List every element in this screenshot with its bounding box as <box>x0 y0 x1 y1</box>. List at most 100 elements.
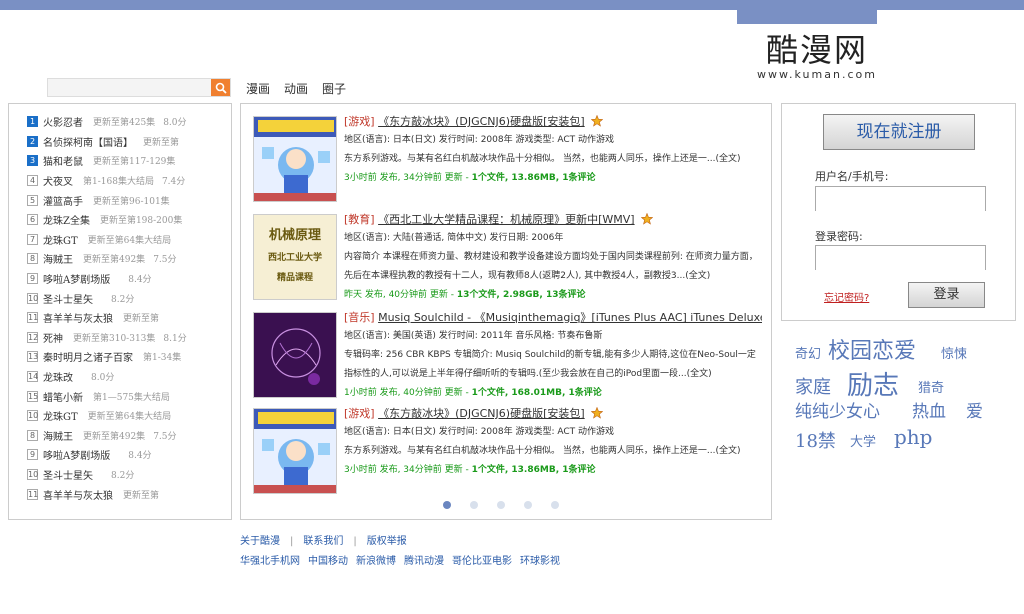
forgot-password-link[interactable]: 忘记密码? <box>824 289 869 304</box>
item-thumbnail[interactable] <box>253 116 337 202</box>
rank-title[interactable]: 秦时明月之诸子百家 <box>43 349 133 364</box>
ranking-item[interactable]: 10 龙珠GT 更新至第64集大结局 <box>27 406 231 426</box>
friend-link[interactable]: 中国移动 <box>308 552 348 567</box>
tag-link[interactable]: php <box>894 425 933 449</box>
search-button[interactable] <box>211 79 230 96</box>
rank-title[interactable]: 海贼王 <box>43 428 73 443</box>
tag-link[interactable]: 家庭 <box>795 373 831 399</box>
tag-link[interactable]: 热血 <box>912 397 946 422</box>
site-logo[interactable]: 酷漫网 www.kuman.com <box>752 32 882 81</box>
friend-link[interactable]: 哥伦比亚电影 <box>452 552 512 567</box>
ranking-item[interactable]: 7 龙珠GT 更新至第64集大结局 <box>27 230 231 250</box>
rank-title[interactable]: 死神 <box>43 330 63 345</box>
award-icon <box>641 213 654 225</box>
rank-number: 9 <box>27 273 38 285</box>
list-item[interactable]: [游戏] 《东方敲冰块》(DJGCNJ6)硬盘版[安装包] 地区(语言): 日本… <box>251 108 763 204</box>
item-title-link[interactable]: 《东方敲冰块》(DJGCNJ6)硬盘版[安装包] <box>378 407 585 420</box>
rank-title[interactable]: 火影忍者 <box>43 114 83 129</box>
rank-title[interactable]: 犬夜叉 <box>43 173 73 188</box>
ranking-item[interactable]: 10 圣斗士星矢 8.2分 <box>27 288 231 308</box>
nav-item-circles[interactable]: 圈子 <box>322 80 346 97</box>
ranking-item[interactable]: 8 海贼王 更新至第492集 7.5分 <box>27 426 231 446</box>
login-button[interactable]: 登录 <box>908 282 985 308</box>
tag-link[interactable]: 18禁 <box>795 427 836 453</box>
rank-title[interactable]: 龙珠GT <box>43 232 78 247</box>
about-link[interactable]: 关于酷漫 <box>240 536 280 547</box>
list-item[interactable]: [音乐] Musiq Soulchild - 《Musiqinthemagiq》… <box>251 304 763 400</box>
nav-item-anime[interactable]: 动画 <box>284 80 308 97</box>
rank-score: 7.4分 <box>161 177 186 188</box>
list-item[interactable]: 机械原理 西北工业大学 精品课程 [教育] 《西北工业大学精品课程：机械原理》更… <box>251 206 763 302</box>
nav-item-comics[interactable]: 漫画 <box>246 80 270 97</box>
tag-link[interactable]: 校园恋爱 <box>828 333 916 365</box>
item-thumbnail[interactable] <box>253 312 337 398</box>
ranking-item[interactable]: 9 哆啦A梦剧场版 8.4分 <box>27 445 231 465</box>
rank-score: 8.2分 <box>111 470 135 481</box>
rank-title[interactable]: 哆啦A梦剧场版 <box>43 271 110 286</box>
tag-link[interactable]: 纯纯少女心 <box>795 397 880 422</box>
ranking-item[interactable]: 12 死神 更新至第310-313集 8.1分 <box>27 328 231 348</box>
tag-link[interactable]: 爱 <box>966 397 983 422</box>
ranking-item[interactable]: 10 圣斗士星矢 8.2分 <box>27 465 231 485</box>
ranking-item[interactable]: 3 猫和老鼠 更新至第117-129集 <box>27 151 231 171</box>
friend-link[interactable]: 新浪微博 <box>356 552 396 567</box>
ranking-item[interactable]: 6 龙珠Z全集 更新至第198-200集 <box>27 210 231 230</box>
friend-link[interactable]: 华强北手机网 <box>240 552 300 567</box>
item-thumbnail[interactable]: 机械原理 西北工业大学 精品课程 <box>253 214 337 300</box>
rank-title[interactable]: 哆啦A梦剧场版 <box>43 447 110 462</box>
rank-title[interactable]: 龙珠Z全集 <box>43 212 90 227</box>
rank-title[interactable]: 蜡笔小新 <box>43 389 83 404</box>
tag-link[interactable]: 惊悚 <box>941 343 967 362</box>
carousel-dot[interactable] <box>497 501 505 509</box>
friend-links: 华强北手机网 中国移动 新浪微博 腾讯动漫 哥伦比亚电影 环球影视 <box>240 552 560 567</box>
item-title-link[interactable]: Musiq Soulchild - 《Musiqinthemagiq》[iTun… <box>378 311 762 324</box>
item-category[interactable]: [音乐] <box>344 311 375 324</box>
ranking-item[interactable]: 4 犬夜叉 第1-168集大结局 7.4分 <box>27 171 231 191</box>
rank-title[interactable]: 喜羊羊与灰太狼 <box>43 310 113 325</box>
ranking-item[interactable]: 13 秦时明月之诸子百家 第1-34集 <box>27 347 231 367</box>
rank-title[interactable]: 喜羊羊与灰太狼 <box>43 487 113 502</box>
list-item[interactable]: [游戏] 《东方敲冰块》(DJGCNJ6)硬盘版[安装包] 地区(语言): 日本… <box>251 400 763 496</box>
ranking-item[interactable]: 11 喜羊羊与灰太狼 更新至第 <box>27 308 231 328</box>
ranking-item[interactable]: 2 名侦探柯南【国语】 更新至第 <box>27 132 231 152</box>
carousel-dot[interactable] <box>470 501 478 509</box>
ranking-item[interactable]: 8 海贼王 更新至第492集 7.5分 <box>27 249 231 269</box>
friend-link[interactable]: 环球影视 <box>520 552 560 567</box>
ranking-item[interactable]: 5 灌篮高手 更新至第96-101集 <box>27 190 231 210</box>
password-field[interactable] <box>815 245 986 270</box>
friend-link[interactable]: 腾讯动漫 <box>404 552 444 567</box>
ranking-item[interactable]: 15 蜡笔小新 第1—575集大结局 <box>27 386 231 406</box>
report-link[interactable]: 版权举报 <box>367 536 407 547</box>
username-field[interactable] <box>815 186 986 211</box>
item-category[interactable]: [游戏] <box>344 407 375 420</box>
rank-title[interactable]: 灌篮高手 <box>43 193 83 208</box>
ranking-item[interactable]: 14 龙珠改 8.0分 <box>27 367 231 387</box>
item-category[interactable]: [教育] <box>344 213 375 226</box>
tag-link[interactable]: 猎奇 <box>918 377 944 396</box>
item-title-link[interactable]: 《东方敲冰块》(DJGCNJ6)硬盘版[安装包] <box>378 115 585 128</box>
contact-link[interactable]: 联系我们 <box>303 536 343 547</box>
carousel-dot[interactable] <box>551 501 559 509</box>
item-category[interactable]: [游戏] <box>344 115 375 128</box>
tag-link[interactable]: 奇幻 <box>795 343 821 362</box>
carousel-dot[interactable] <box>524 501 532 509</box>
username-input[interactable] <box>816 187 985 211</box>
ranking-item[interactable]: 1 火影忍者 更新至第425集 8.0分 <box>27 112 231 132</box>
carousel-dot[interactable] <box>443 501 451 509</box>
search-input[interactable] <box>48 82 208 100</box>
tag-link[interactable]: 大学 <box>850 431 876 450</box>
rank-title[interactable]: 名侦探柯南【国语】 <box>43 134 133 149</box>
rank-title[interactable]: 圣斗士星矢 <box>43 291 93 306</box>
rank-title[interactable]: 圣斗士星矢 <box>43 467 93 482</box>
item-title-link[interactable]: 《西北工业大学精品课程：机械原理》更新中[WMV] <box>378 213 634 226</box>
ranking-item[interactable]: 9 哆啦A梦剧场版 8.4分 <box>27 269 231 289</box>
ranking-item[interactable]: 11 喜羊羊与灰太狼 更新至第 <box>27 484 231 504</box>
item-stats: 3小时前 发布, 34分钟前 更新 - 1个文件, 13.86MB, 1条评论 <box>344 173 596 183</box>
rank-title[interactable]: 龙珠改 <box>43 369 73 384</box>
register-button[interactable]: 现在就注册 <box>823 114 975 150</box>
rank-title[interactable]: 猫和老鼠 <box>43 153 83 168</box>
rank-title[interactable]: 海贼王 <box>43 251 73 266</box>
password-input[interactable] <box>816 246 985 270</box>
item-thumbnail[interactable] <box>253 408 337 494</box>
rank-title[interactable]: 龙珠GT <box>43 408 78 423</box>
